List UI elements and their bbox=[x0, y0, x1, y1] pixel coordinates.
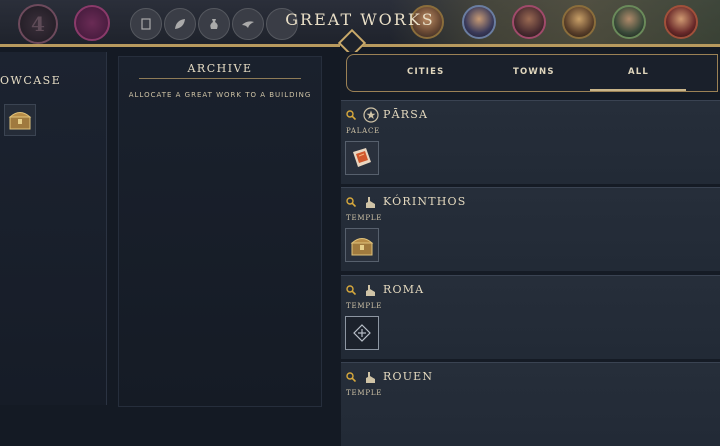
great-work-slot[interactable] bbox=[345, 141, 379, 175]
treasure-chest-work-icon bbox=[350, 238, 374, 256]
temple-icon bbox=[363, 194, 379, 210]
title-rule-left bbox=[0, 44, 340, 47]
settlement-row[interactable]: PĀRSA PALACE bbox=[341, 100, 720, 184]
manuscript-work-icon bbox=[353, 148, 371, 167]
filter-tabs: CITIES TOWNS ALL bbox=[346, 54, 718, 92]
zoom-icon[interactable] bbox=[346, 372, 357, 383]
building-label: TEMPLE bbox=[346, 214, 383, 222]
temple-icon bbox=[363, 369, 379, 385]
building-label: TEMPLE bbox=[346, 302, 383, 310]
tab-cities[interactable]: CITIES bbox=[407, 67, 445, 77]
settlement-row[interactable]: ROMA TEMPLE bbox=[341, 275, 720, 359]
building-label: PALACE bbox=[346, 127, 381, 135]
empty-slot-icon bbox=[353, 324, 371, 342]
settlement-name: PĀRSA bbox=[383, 108, 429, 121]
zoom-icon[interactable] bbox=[346, 110, 357, 121]
archive-subtitle: ALLOCATE A GREAT WORK TO A BUILDING bbox=[128, 91, 312, 99]
star-icon bbox=[363, 107, 379, 123]
temple-icon bbox=[363, 282, 379, 298]
settlement-name: KÓRINTHOS bbox=[383, 195, 467, 208]
building-label: TEMPLE bbox=[346, 389, 383, 397]
treasure-chest-icon bbox=[8, 112, 32, 130]
zoom-icon[interactable] bbox=[346, 197, 357, 208]
archive-panel: ARCHIVE ALLOCATE A GREAT WORK TO A BUILD… bbox=[118, 56, 322, 407]
tab-all[interactable]: ALL bbox=[628, 67, 649, 77]
title-rule-right bbox=[360, 44, 720, 47]
zoom-icon[interactable] bbox=[346, 285, 357, 296]
page-title: GREAT WORKS bbox=[285, 10, 435, 29]
great-work-slot[interactable] bbox=[345, 316, 379, 350]
settlement-row[interactable]: KÓRINTHOS TEMPLE bbox=[341, 187, 720, 271]
showcase-slot[interactable] bbox=[4, 104, 36, 136]
tab-towns[interactable]: TOWNS bbox=[513, 67, 555, 77]
archive-title: ARCHIVE bbox=[187, 62, 253, 75]
tab-selected-indicator bbox=[590, 89, 686, 91]
showcase-panel: OWCASE bbox=[0, 52, 107, 405]
archive-title-rule bbox=[139, 78, 301, 79]
great-work-slot[interactable] bbox=[345, 228, 379, 262]
settlement-name: ROUEN bbox=[383, 370, 434, 383]
settlement-row[interactable]: ROUEN TEMPLE bbox=[341, 362, 720, 446]
showcase-title: OWCASE bbox=[0, 74, 62, 87]
settlement-name: ROMA bbox=[383, 283, 425, 296]
